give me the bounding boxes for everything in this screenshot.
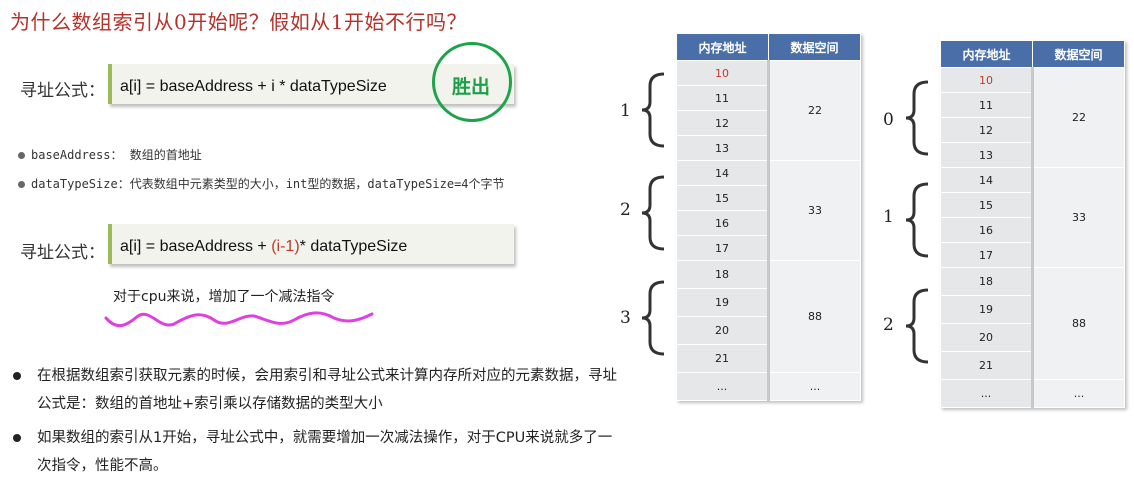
address-cell: 14: [676, 160, 770, 186]
index-label: 1: [883, 207, 894, 227]
address-cell: 13: [940, 142, 1034, 168]
address-cell: 14: [940, 167, 1034, 193]
value-cell: 33: [768, 160, 861, 261]
brace-icon: [905, 80, 929, 156]
header-address: 内存地址: [676, 33, 769, 61]
address-cell: 17: [676, 235, 770, 261]
address-cell: ...: [940, 379, 1034, 408]
brace-icon: [641, 175, 665, 251]
index-label: 3: [620, 308, 631, 328]
value-cell: 33: [1032, 167, 1125, 268]
address-cell: 15: [676, 185, 770, 211]
memory-table-left: 内存地址 数据空间 10 22 11 12 13 14 33 15 16 17 18…: [676, 33, 861, 401]
index-label: 1: [620, 101, 631, 121]
formula1-text: a[i] = baseAddress + i * dataTypeSize: [120, 78, 387, 95]
address-cell: 21: [940, 351, 1034, 380]
brace-icon: [905, 182, 929, 258]
value-cell: 88: [1032, 267, 1125, 380]
cpu-note: 对于cpu来说，增加了一个减法指令: [113, 289, 335, 305]
bullet-dot: [18, 152, 25, 159]
bullet-dot: [13, 372, 21, 380]
header-data: 数据空间: [768, 33, 861, 61]
index-label: 2: [883, 315, 894, 335]
address-cell: 21: [676, 344, 770, 373]
address-cell: 10: [940, 67, 1034, 93]
index-label: 2: [620, 200, 631, 220]
address-cell: 12: [676, 110, 770, 136]
brace-icon: [641, 72, 665, 148]
address-cell: 12: [940, 117, 1034, 143]
paragraph-1: 在根据数组索引获取元素的时候，会用索引和寻址公式来计算内存所对应的元素数据，寻址…: [10, 362, 620, 418]
bullet-dot: [18, 181, 25, 188]
address-cell: ...: [676, 372, 770, 401]
value-cell: ...: [768, 372, 861, 401]
formula1-label: 寻址公式：: [20, 81, 105, 101]
paragraph-2: 如果数组的索引从1开始，寻址公式中，就需要增加一次减法操作，对于CPU来说就多了…: [10, 424, 620, 480]
address-cell: 11: [676, 85, 770, 111]
value-cell: ...: [1032, 379, 1125, 408]
formula2-highlight: (i-1): [271, 238, 300, 255]
formula2-box: a[i] = baseAddress + (i-1)* dataTypeSize: [108, 224, 514, 264]
formula2-suffix: * dataTypeSize: [299, 238, 408, 255]
address-cell: 15: [940, 192, 1034, 218]
address-cell: 20: [676, 316, 770, 345]
header-data: 数据空间: [1032, 40, 1125, 68]
winner-badge: 胜出: [452, 76, 491, 98]
value-cell: 88: [768, 260, 861, 373]
brace-icon: [641, 280, 665, 356]
address-cell: 19: [940, 295, 1034, 324]
page-title: 为什么数组索引从0开始呢？假如从1开始不行吗？: [10, 10, 467, 34]
index-label: 0: [883, 110, 894, 130]
address-cell: 16: [676, 210, 770, 236]
address-cell: 10: [676, 60, 770, 86]
address-cell: 11: [940, 92, 1034, 118]
formula2-prefix: a[i] = baseAddress +: [120, 238, 272, 255]
formula2-label: 寻址公式：: [20, 243, 105, 263]
value-cell: 22: [768, 60, 861, 161]
header-address: 内存地址: [940, 40, 1033, 68]
bullet-datatypesize: dataTypeSize：代表数组中元素类型的大小，int型的数据，dataTy…: [18, 175, 505, 192]
squiggle-underline: [104, 311, 374, 328]
bullet-dot: [13, 434, 21, 442]
address-cell: 16: [940, 217, 1034, 243]
address-cell: 19: [676, 288, 770, 317]
address-cell: 13: [676, 135, 770, 161]
address-cell: 17: [940, 242, 1034, 268]
value-cell: 22: [1032, 67, 1125, 168]
brace-icon: [905, 288, 929, 364]
address-cell: 18: [676, 260, 770, 289]
bullet-baseaddress: baseAddress： 数组的首地址: [18, 146, 202, 163]
address-cell: 20: [940, 323, 1034, 352]
memory-table-right: 内存地址 数据空间 10 22 11 12 13 14 33 15 16 17 18…: [940, 40, 1125, 408]
address-cell: 18: [940, 267, 1034, 296]
